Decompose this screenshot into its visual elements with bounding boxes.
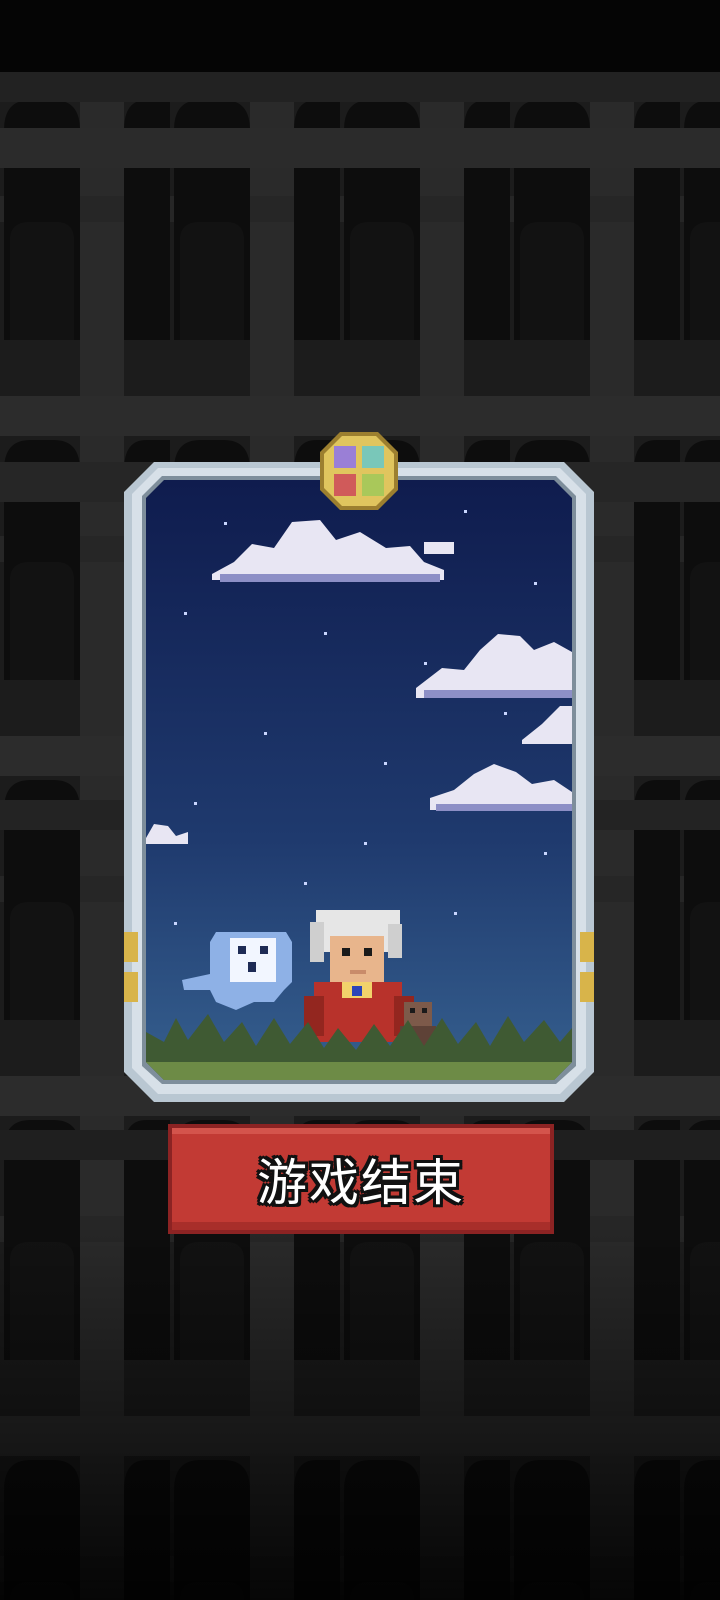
bottom-shadow	[0, 1230, 720, 1600]
character-card	[124, 462, 594, 1102]
game-over-button[interactable]: 游戏结束	[168, 1124, 554, 1234]
top-shadow	[0, 0, 720, 72]
game-over-button-label: 游戏结束	[257, 1154, 465, 1212]
quad-gem-icon	[320, 432, 398, 510]
game-over-screen: 游戏结束	[0, 0, 720, 1600]
